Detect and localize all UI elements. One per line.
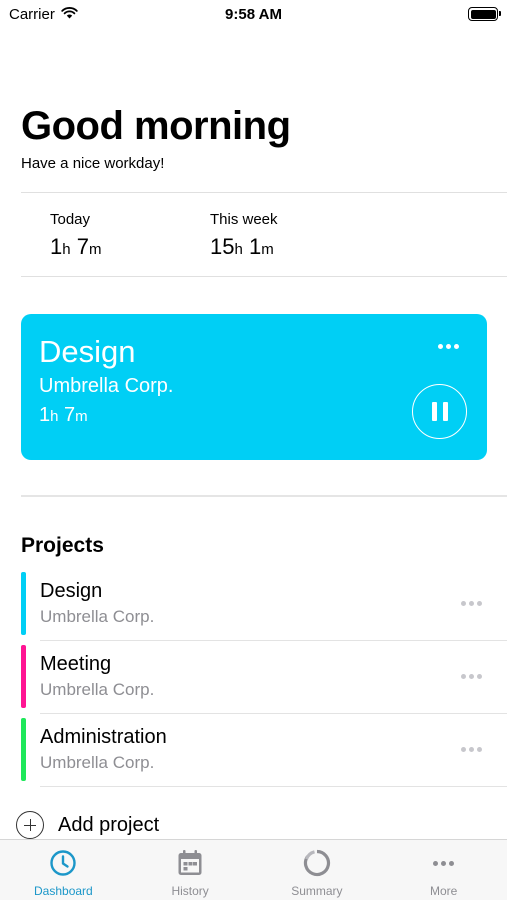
list-item[interactable]: Meeting Umbrella Corp. (21, 645, 507, 714)
more-icon[interactable] (461, 674, 482, 679)
tab-label: Summary (291, 884, 343, 898)
projects-title: Projects (21, 534, 104, 557)
stat-week: This week 15h 1m (210, 211, 278, 260)
stat-today-value: 1h 7m (50, 234, 102, 259)
project-client: Umbrella Corp. (40, 680, 155, 699)
tab-label: Dashboard (34, 884, 93, 898)
stat-today: Today 1h 7m (50, 211, 101, 260)
project-name: Meeting (40, 653, 112, 675)
project-name: Design (40, 580, 103, 602)
clock-icon (48, 848, 78, 878)
tab-dashboard[interactable]: Dashboard (0, 840, 127, 900)
tab-label: History (171, 884, 209, 898)
active-elapsed-time: 1h 7m (39, 404, 88, 426)
tab-bar: Dashboard History Summary More (0, 839, 507, 900)
page-title: Good morning (21, 104, 291, 148)
calendar-icon (175, 848, 205, 878)
project-client: Umbrella Corp. (40, 607, 155, 626)
stat-week-value: 15h 1m (210, 234, 274, 259)
project-name: Administration (40, 726, 167, 748)
more-icon[interactable] (461, 601, 482, 606)
plus-circle-icon (16, 811, 44, 839)
tab-more[interactable]: More (380, 840, 507, 900)
page-subtitle: Have a nice workday! (21, 155, 165, 172)
stat-today-label: Today (50, 211, 91, 228)
project-color-bar (21, 645, 26, 708)
pause-icon (431, 402, 437, 421)
status-time: 9:58 AM (225, 6, 282, 23)
stat-week-label: This week (210, 211, 278, 228)
project-color-bar (21, 572, 26, 635)
divider (21, 192, 507, 193)
list-item[interactable]: Design Umbrella Corp. (21, 572, 507, 641)
divider (21, 276, 507, 277)
tab-history[interactable]: History (127, 840, 254, 900)
tab-summary[interactable]: Summary (254, 840, 381, 900)
battery-icon (468, 7, 501, 21)
more-icon[interactable] (438, 344, 459, 349)
list-item[interactable]: Administration Umbrella Corp. (21, 718, 507, 787)
pause-button[interactable] (412, 384, 467, 439)
more-icon (429, 848, 459, 878)
status-bar: Carrier 9:58 AM (0, 0, 507, 28)
add-project-button[interactable]: Add project (16, 811, 159, 839)
add-project-label: Add project (58, 813, 160, 836)
project-color-bar (21, 718, 26, 781)
active-project-name: Design (39, 334, 136, 369)
tab-label: More (429, 884, 458, 898)
divider (21, 495, 507, 497)
active-project-client: Umbrella Corp. (39, 375, 174, 397)
active-timer-card[interactable]: Design Umbrella Corp. 1h 7m (21, 314, 487, 460)
project-client: Umbrella Corp. (40, 753, 155, 772)
more-icon[interactable] (461, 747, 482, 752)
progress-ring-icon (302, 848, 332, 878)
